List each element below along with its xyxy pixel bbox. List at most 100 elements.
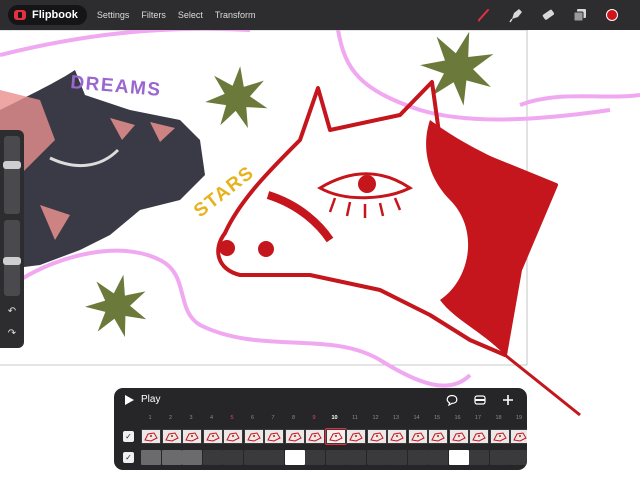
frame-number[interactable]: 3 — [181, 415, 201, 421]
frame-number[interactable]: 15 — [427, 415, 447, 421]
background-layer-row — [141, 450, 527, 465]
frame-number[interactable]: 7 — [263, 415, 283, 421]
smudge-tool-button[interactable] — [506, 5, 526, 25]
undo-icon: ↶ — [7, 306, 17, 317]
brush-tool-button[interactable] — [474, 5, 494, 25]
color-picker-button[interactable] — [602, 5, 622, 25]
timeline-panel: Play 1234567891011121314151617181920 ✓ ✓ — [114, 388, 527, 470]
comment-icon — [446, 394, 458, 406]
red-nostril — [219, 240, 235, 256]
frame-thumbnail[interactable] — [324, 428, 347, 445]
frame-thumbnail[interactable] — [469, 429, 489, 444]
frame-thumbnail[interactable] — [141, 429, 161, 444]
background-frame-cell[interactable] — [264, 450, 284, 465]
frame-thumbnail[interactable] — [510, 429, 527, 444]
frame-number[interactable]: 1 — [140, 415, 160, 421]
background-layer-checkbox[interactable]: ✓ — [123, 452, 134, 463]
background-frame-cell[interactable] — [284, 450, 305, 465]
background-frame-cell[interactable] — [387, 450, 407, 465]
frame-number[interactable]: 19 — [509, 415, 527, 421]
frame-thumbnail[interactable] — [264, 429, 284, 444]
frame-thumbnail[interactable] — [407, 429, 428, 444]
app-name: Flipbook — [32, 9, 78, 21]
redo-button[interactable]: ↷ — [6, 328, 18, 340]
frame-number[interactable]: 5 — [222, 415, 242, 421]
background-frame-cell[interactable] — [305, 450, 325, 465]
frame-number[interactable]: 10 — [325, 415, 345, 421]
frame-thumbnail[interactable] — [243, 429, 264, 444]
animation-layer-row — [141, 428, 527, 445]
onion-skin-icon — [474, 395, 486, 405]
menu-select[interactable]: Select — [178, 10, 203, 20]
redo-icon: ↷ — [7, 328, 17, 339]
frame-thumbnail[interactable] — [428, 429, 448, 444]
play-icon[interactable] — [125, 395, 134, 405]
frame-number[interactable]: 13 — [386, 415, 406, 421]
frame-thumbnail[interactable] — [161, 429, 182, 444]
background-frame-cell[interactable] — [223, 450, 243, 465]
onion-skin-button[interactable] — [473, 393, 487, 407]
menu-settings[interactable]: Settings — [97, 10, 130, 20]
frame-thumbnail[interactable] — [366, 429, 387, 444]
play-button[interactable]: Play — [141, 394, 160, 405]
frame-thumbnail[interactable] — [489, 429, 510, 444]
frame-number[interactable]: 2 — [161, 415, 181, 421]
menu-transform[interactable]: Transform — [215, 10, 256, 20]
app-brand-button[interactable]: Flipbook — [8, 5, 87, 25]
background-frame-cell[interactable] — [489, 450, 510, 465]
frame-thumbnail[interactable] — [182, 429, 202, 444]
undo-button[interactable]: ↶ — [6, 306, 18, 318]
frame-thumbnail[interactable] — [202, 429, 223, 444]
frame-thumbnail[interactable] — [448, 429, 469, 444]
color-swatch — [606, 9, 618, 21]
frame-number[interactable]: 18 — [489, 415, 509, 421]
background-frame-cell[interactable] — [510, 450, 527, 465]
add-frame-button[interactable] — [501, 393, 515, 407]
frame-thumbnail[interactable] — [305, 429, 325, 444]
brush-size-slider[interactable] — [4, 136, 20, 214]
layers-button[interactable] — [570, 5, 590, 25]
background-frame-cell[interactable] — [448, 450, 469, 465]
flipbook-logo-icon — [14, 10, 26, 20]
frame-thumbnail[interactable] — [284, 429, 305, 444]
background-frame-cell[interactable] — [243, 450, 264, 465]
comment-button[interactable] — [445, 393, 459, 407]
frame-number[interactable]: 17 — [468, 415, 488, 421]
frame-number[interactable]: 14 — [407, 415, 427, 421]
frame-number[interactable]: 11 — [345, 415, 365, 421]
background-frame-cell[interactable] — [161, 450, 182, 465]
frame-thumbnail[interactable] — [387, 429, 407, 444]
top-toolbar: Flipbook Settings Filters Select Transfo… — [0, 0, 640, 30]
brush-size-handle[interactable] — [3, 160, 21, 169]
background-frame-cell[interactable] — [182, 450, 202, 465]
frame-thumbnail[interactable] — [346, 429, 366, 444]
smudge-icon — [509, 9, 522, 23]
frame-thumbnail[interactable] — [223, 429, 243, 444]
background-frame-cell[interactable] — [407, 450, 428, 465]
menu-filters[interactable]: Filters — [141, 10, 166, 20]
frame-number[interactable]: 12 — [366, 415, 386, 421]
background-frame-cell[interactable] — [202, 450, 223, 465]
background-frame-cell[interactable] — [366, 450, 387, 465]
timeline-header: Play — [114, 388, 527, 412]
background-frame-cell[interactable] — [469, 450, 489, 465]
layers-icon — [573, 9, 586, 22]
left-sidebar: ↶ ↷ — [0, 130, 24, 348]
frame-number[interactable]: 16 — [448, 415, 468, 421]
background-frame-cell[interactable] — [428, 450, 448, 465]
layer-visibility-checkbox[interactable]: ✓ — [123, 431, 134, 442]
frame-number[interactable]: 6 — [243, 415, 263, 421]
frame-number[interactable]: 4 — [202, 415, 222, 421]
frame-number[interactable]: 8 — [284, 415, 304, 421]
red-eye-pupil — [358, 175, 376, 193]
brush-icon — [478, 9, 489, 22]
add-frame-icon — [503, 395, 513, 405]
background-frame-cell[interactable] — [141, 450, 161, 465]
eraser-tool-button[interactable] — [538, 5, 558, 25]
red-nostril — [258, 241, 274, 257]
background-frame-cell[interactable] — [346, 450, 366, 465]
eraser-icon — [542, 9, 555, 20]
background-frame-cell[interactable] — [325, 450, 346, 465]
frame-number[interactable]: 9 — [304, 415, 324, 421]
opacity-handle[interactable] — [3, 257, 21, 266]
